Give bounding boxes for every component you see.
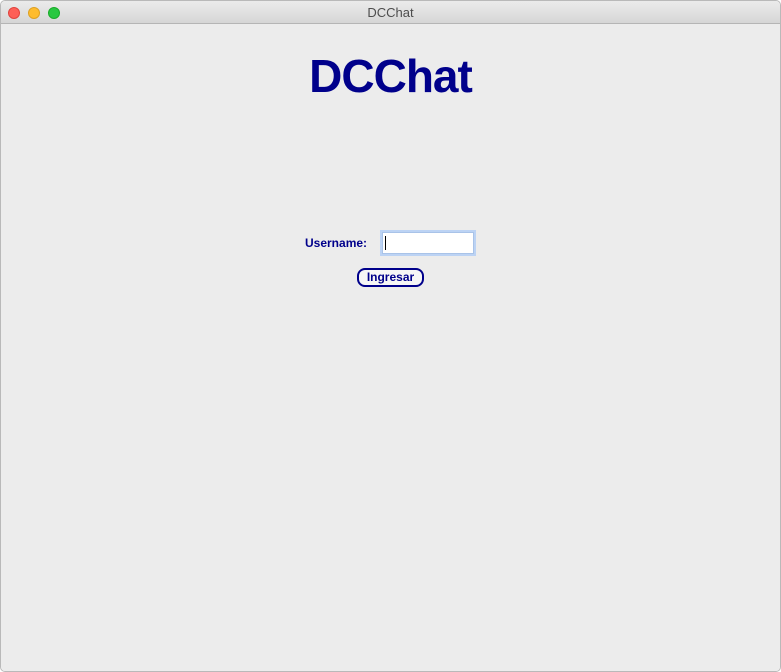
login-panel: DCChat Username: Ingresar xyxy=(1,24,780,671)
window-title: DCChat xyxy=(367,5,414,20)
app-window: DCChat DCChat Username: Ingresar xyxy=(0,0,781,672)
text-cursor xyxy=(385,236,386,250)
username-label: Username: xyxy=(305,236,368,250)
title-bar[interactable]: DCChat xyxy=(1,1,780,24)
app-title: DCChat xyxy=(309,50,473,102)
login-button[interactable]: Ingresar xyxy=(357,268,424,287)
username-input[interactable] xyxy=(382,232,474,254)
